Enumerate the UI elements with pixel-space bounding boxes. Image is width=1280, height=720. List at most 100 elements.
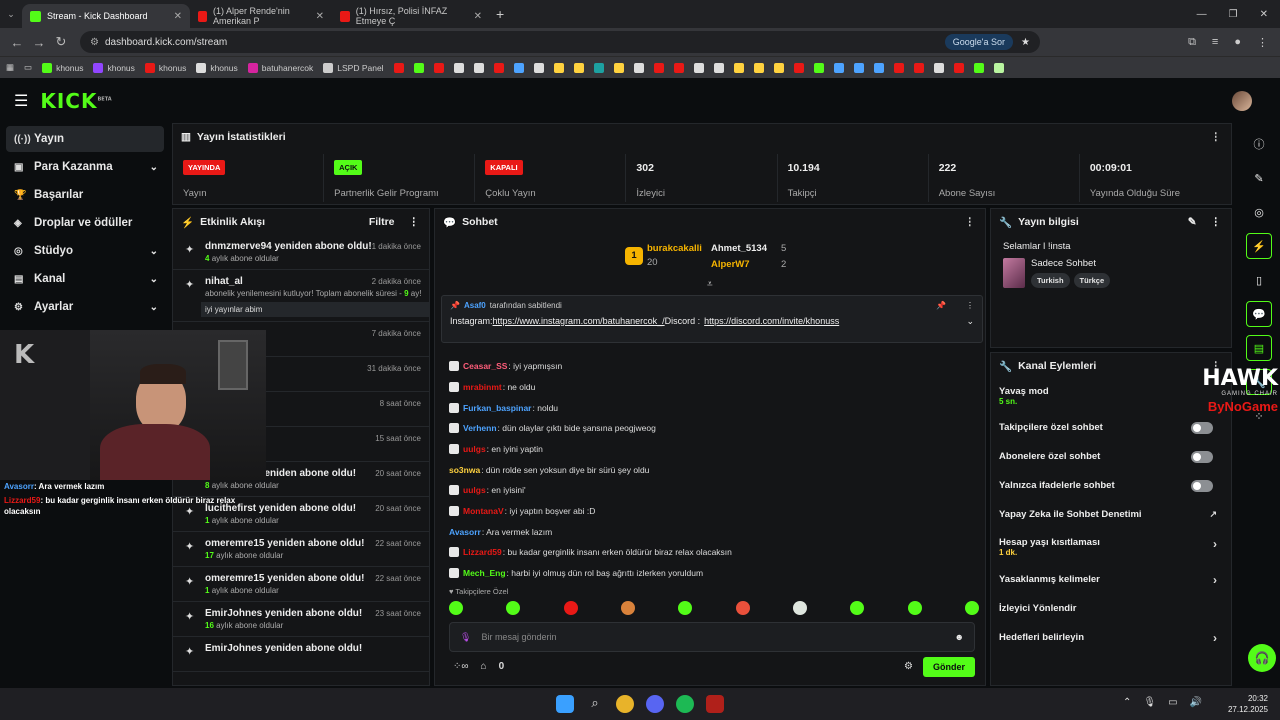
bookmark-icon[interactable] xyxy=(833,62,844,73)
kick-logo[interactable]: KICKBETA xyxy=(40,89,111,113)
bookmark-icon[interactable] xyxy=(873,62,884,73)
maximize-icon[interactable]: ❐ xyxy=(1229,9,1238,20)
close-window-icon[interactable]: ✕ xyxy=(1260,9,1268,20)
bookmark-icon[interactable] xyxy=(473,62,484,73)
spotify-icon[interactable] xyxy=(676,695,694,713)
url-field[interactable]: ⚙ dashboard.kick.com/stream Google'a Sor… xyxy=(80,31,1040,53)
emote-icon[interactable] xyxy=(964,601,979,615)
folder-icon[interactable]: ▭ xyxy=(24,62,32,73)
reading-list-icon[interactable]: ≡ xyxy=(1212,36,1218,49)
emote-icon[interactable] xyxy=(735,601,750,615)
action-row[interactable]: Hedefleri belirleyin › xyxy=(991,623,1231,652)
chat-username[interactable]: Avasorr xyxy=(449,527,481,537)
layout-icon[interactable]: ▤ xyxy=(1246,335,1272,361)
bookmark-icon[interactable] xyxy=(853,62,864,73)
toggle-switch[interactable] xyxy=(1191,479,1213,492)
minimize-icon[interactable]: — xyxy=(1197,9,1207,20)
unpin-icon[interactable]: 📌 xyxy=(936,301,946,310)
activity-item[interactable]: ✦ omeremre15 yeniden abone oldu! 22 saat ö… xyxy=(173,532,429,567)
search-icon[interactable]: ⌕ xyxy=(586,695,604,713)
info-icon[interactable]: ⓘ xyxy=(1246,131,1272,157)
bookmark-icon[interactable] xyxy=(533,62,544,73)
channel-points-icon[interactable]: ⁘∞ xyxy=(453,661,469,672)
chat-username[interactable]: Mech_Eng xyxy=(463,568,506,578)
chat-message[interactable]: Ceasar_SS: iyi yapmışsın xyxy=(449,361,562,371)
bookmark-icon[interactable] xyxy=(893,62,904,73)
pinned-by-user[interactable]: Asaf0 xyxy=(464,301,486,310)
action-row[interactable]: Yapay Zeka ile Sohbet Denetimi ↗ xyxy=(991,500,1231,529)
site-info-icon[interactable]: ⚙ xyxy=(90,37,99,48)
bookmark-icon[interactable] xyxy=(413,62,424,73)
bookmark[interactable]: khonus xyxy=(93,62,135,73)
bookmark-icon[interactable] xyxy=(593,62,604,73)
document-icon[interactable]: ▯ xyxy=(1246,267,1272,293)
chat-message[interactable]: uulgs: en iyisini' xyxy=(449,485,526,495)
category-name[interactable]: Sadece Sohbet xyxy=(1031,258,1110,269)
chat-message[interactable]: uulgs: en iyini yaptin xyxy=(449,444,543,454)
bookmark-icon[interactable] xyxy=(673,62,684,73)
emote-icon[interactable] xyxy=(678,601,693,615)
bookmark-icon[interactable] xyxy=(813,62,824,73)
ask-google-button[interactable]: Google'a Sor xyxy=(944,34,1014,50)
action-row[interactable]: İzleyici Yönlendir xyxy=(991,594,1231,623)
more-options-icon[interactable]: ⋮ xyxy=(1211,131,1222,143)
emote-icon[interactable] xyxy=(850,601,865,615)
collapse-icon[interactable]: ⩡ xyxy=(707,279,713,290)
chat-icon[interactable]: 💬 xyxy=(1246,301,1272,327)
activity-item[interactable]: ✦ EmirJohnes yeniden abone oldu! 23 saat ö… xyxy=(173,602,429,637)
headset-icon[interactable]: 🎧 xyxy=(1248,644,1276,672)
emote-icon[interactable] xyxy=(792,601,807,615)
gifter-name[interactable]: Ahmet_5134 xyxy=(711,243,767,254)
chat-message[interactable]: Avasorr: Ara vermek lazım xyxy=(449,527,552,537)
toggle-switch[interactable] xyxy=(1191,421,1213,434)
extensions-icon[interactable]: ⧉ xyxy=(1188,36,1196,49)
sidebar-item-basarilar[interactable]: 🏆 Başarılar xyxy=(6,182,164,208)
action-row[interactable]: Hesap yaşı kısıtlaması 1 dk. › xyxy=(991,529,1231,565)
bookmark-icon[interactable] xyxy=(573,62,584,73)
chat-username[interactable]: Furkan_baspinar xyxy=(463,403,532,413)
bookmark-icon[interactable] xyxy=(993,62,1004,73)
edit-icon[interactable]: ✎ xyxy=(1246,165,1272,191)
activity-item[interactable]: ✦ dnmzmerve94 yeniden abone oldu! 1 dakika… xyxy=(173,235,429,270)
chat-username[interactable]: so3nwa xyxy=(449,465,480,475)
reload-icon[interactable]: ↻ xyxy=(50,34,72,50)
discord-icon[interactable] xyxy=(646,695,664,713)
menu-icon[interactable]: ⋮ xyxy=(1257,36,1268,49)
discord-link[interactable]: https://discord.com/invite/khonuss xyxy=(704,316,839,327)
chat-username[interactable]: Lizzard59 xyxy=(463,547,502,557)
action-row[interactable]: Abonelere özel sohbet xyxy=(991,442,1231,471)
bookmark-icon[interactable] xyxy=(913,62,924,73)
profile-icon[interactable]: ● xyxy=(1234,36,1241,49)
bookmark-icon[interactable] xyxy=(733,62,744,73)
bookmark-icon[interactable] xyxy=(653,62,664,73)
activity-item[interactable]: ✦ omeremre15 yeniden abone oldu! 22 saat ö… xyxy=(173,567,429,602)
user-avatar[interactable] xyxy=(1232,91,1252,111)
close-tab-icon[interactable]: ✕ xyxy=(316,11,324,22)
chat-username[interactable]: uulgs xyxy=(463,444,486,454)
back-icon[interactable]: ← xyxy=(6,35,28,50)
chrome-icon[interactable] xyxy=(616,695,634,713)
hamburger-menu-icon[interactable]: ☰ xyxy=(14,91,28,111)
mic-icon[interactable]: 🎙 xyxy=(1143,697,1156,708)
volume-icon[interactable]: 🔊 xyxy=(1190,697,1202,708)
bookmark-icon[interactable] xyxy=(453,62,464,73)
bookmark[interactable]: khonus xyxy=(196,62,238,73)
toggle-switch[interactable] xyxy=(1191,450,1213,463)
bookmark-star-icon[interactable]: ★ xyxy=(1021,37,1030,48)
chat-input[interactable]: 🎙 Bir mesaj gönderin ☻ xyxy=(449,622,975,652)
emote-icon[interactable] xyxy=(563,601,578,615)
network-icon[interactable]: ▭ xyxy=(1168,697,1177,708)
emote-icon[interactable] xyxy=(506,601,521,615)
sidebar-item-para-kazanma[interactable]: ▣ Para Kazanma ⌄ xyxy=(6,154,164,180)
activity-item[interactable]: ✦ EmirJohnes yeniden abone oldu! xyxy=(173,637,429,672)
app-icon[interactable] xyxy=(706,695,724,713)
sidebar-item-kanal[interactable]: ▤ Kanal ⌄ xyxy=(6,266,164,292)
chat-username[interactable]: uulgs xyxy=(463,485,486,495)
tag-chip[interactable]: Turkish xyxy=(1031,273,1070,288)
chat-message[interactable]: Lizzard59: bu kadar gerginlik insanı erk… xyxy=(449,547,732,557)
chat-message[interactable]: Verhenn: dün olaylar çıktı bide şansına … xyxy=(449,423,656,433)
tray-chevron-icon[interactable]: ⌃ xyxy=(1123,697,1131,708)
close-tab-icon[interactable]: ✕ xyxy=(174,11,182,22)
send-button[interactable]: Gönder xyxy=(922,657,975,677)
browser-tab[interactable]: (1) Alper Rende'nin Amerikan P ✕ xyxy=(190,4,332,28)
